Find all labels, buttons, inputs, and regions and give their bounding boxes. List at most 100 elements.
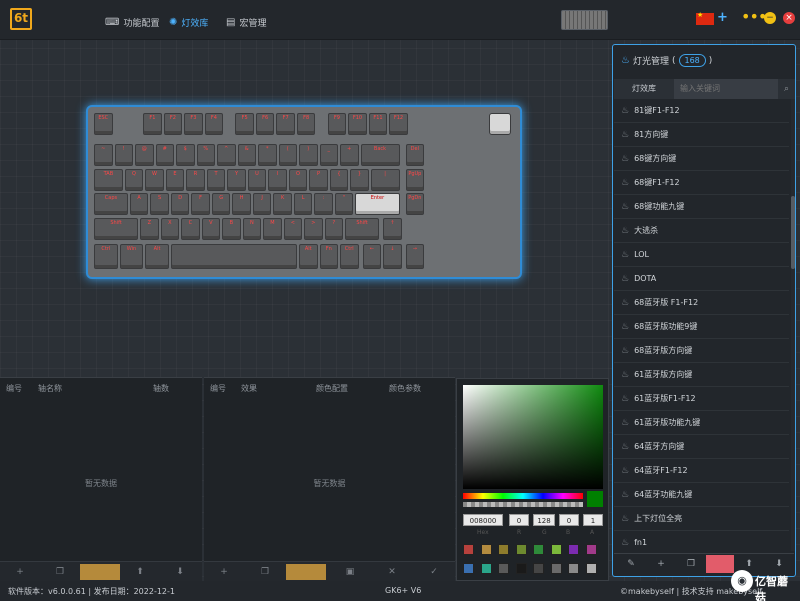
copy-button[interactable]: ❐ bbox=[677, 555, 705, 573]
add-button[interactable]: + bbox=[0, 564, 40, 580]
add-device-button[interactable]: + bbox=[717, 10, 728, 25]
alpha-input[interactable]: 1 bbox=[583, 514, 603, 526]
color-swatch[interactable] bbox=[498, 544, 509, 555]
effect-list-item[interactable]: ♨ 68键功能九键 bbox=[614, 195, 789, 219]
move-up-button[interactable]: ⬆ bbox=[120, 564, 160, 580]
key[interactable]: F5 bbox=[235, 113, 254, 135]
search-input[interactable] bbox=[674, 79, 778, 99]
key[interactable]: Caps bbox=[94, 193, 128, 215]
key[interactable]: T bbox=[206, 169, 226, 191]
effect-list-item[interactable]: ♨ 68蓝牙版 F1-F12 bbox=[614, 291, 789, 315]
move-down-button[interactable]: ⬇ bbox=[160, 564, 200, 580]
key[interactable]: Z bbox=[140, 218, 159, 240]
effect-list-item[interactable]: ♨ 64蓝牙方向键 bbox=[614, 435, 789, 459]
key[interactable]: X bbox=[160, 218, 180, 240]
key[interactable]: Alt bbox=[299, 244, 318, 269]
keyboard-thumbnail[interactable] bbox=[561, 10, 608, 30]
key[interactable]: Q bbox=[124, 169, 144, 191]
key[interactable]: Ctrl bbox=[340, 244, 359, 269]
key[interactable]: A bbox=[129, 193, 149, 215]
effect-list-item[interactable]: ♨ 64蓝牙功能九键 bbox=[614, 483, 789, 507]
key[interactable]: Fn bbox=[319, 244, 338, 269]
key[interactable]: # bbox=[155, 144, 174, 166]
hex-input[interactable]: 008000 bbox=[463, 514, 503, 526]
effect-list-item[interactable]: ♨ 81方向键 bbox=[614, 123, 789, 147]
tab-light-effects[interactable]: ✺ 灯效库 bbox=[169, 14, 208, 30]
key[interactable]: _ bbox=[319, 144, 338, 166]
key[interactable]: ! bbox=[114, 144, 133, 166]
color-swatch[interactable] bbox=[550, 563, 562, 574]
key[interactable]: ESC bbox=[94, 113, 113, 135]
key[interactable]: Del bbox=[405, 144, 425, 166]
add-button[interactable]: + bbox=[647, 555, 675, 573]
key[interactable]: F1 bbox=[143, 113, 162, 135]
key[interactable]: $ bbox=[176, 144, 195, 166]
color-swatch[interactable] bbox=[480, 544, 492, 555]
color-swatch[interactable] bbox=[498, 563, 509, 574]
key[interactable]: " bbox=[334, 193, 354, 215]
key[interactable]: E bbox=[165, 169, 185, 191]
color-swatch[interactable] bbox=[480, 563, 492, 574]
edit-button[interactable]: ✎ bbox=[617, 555, 645, 573]
key[interactable]: F3 bbox=[184, 113, 203, 135]
key[interactable]: PgDn bbox=[405, 193, 425, 215]
key[interactable]: ^ bbox=[217, 144, 236, 166]
key[interactable]: ( bbox=[278, 144, 297, 166]
china-flag-icon[interactable] bbox=[696, 11, 714, 25]
color-swatch[interactable] bbox=[550, 544, 562, 555]
key[interactable]: F6 bbox=[255, 113, 275, 135]
key[interactable]: * bbox=[258, 144, 277, 166]
key[interactable]: % bbox=[196, 144, 215, 166]
key[interactable]: V bbox=[201, 218, 221, 240]
key[interactable]: F8 bbox=[296, 113, 316, 135]
minimize-button[interactable]: − bbox=[764, 12, 776, 24]
key[interactable]: → bbox=[405, 244, 425, 269]
key[interactable]: ? bbox=[324, 218, 344, 240]
effect-list-item[interactable]: ♨ 61蓝牙版功能九键 bbox=[614, 411, 789, 435]
key[interactable]: Y bbox=[227, 169, 246, 191]
key[interactable]: Alt bbox=[145, 244, 169, 269]
key[interactable]: < bbox=[283, 218, 303, 240]
key[interactable]: F11 bbox=[368, 113, 388, 135]
key[interactable]: F7 bbox=[276, 113, 295, 135]
tab-effect-library[interactable]: 灯效库 bbox=[614, 79, 674, 99]
color-swatch[interactable] bbox=[515, 563, 527, 574]
close-button[interactable]: × bbox=[783, 12, 795, 24]
effect-list-item[interactable]: ♨ 68蓝牙版功能9键 bbox=[614, 315, 789, 339]
key[interactable]: ↑ bbox=[383, 218, 402, 240]
effect-list-item[interactable]: ♨ 68键F1-F12 bbox=[614, 171, 789, 195]
effect-list-item[interactable]: ♨ 61蓝牙版方向键 bbox=[614, 363, 789, 387]
key[interactable]: F bbox=[191, 193, 210, 215]
key[interactable]: Ctrl bbox=[94, 244, 118, 269]
key[interactable]: G bbox=[211, 193, 231, 215]
red-input[interactable]: 0 bbox=[509, 514, 529, 526]
effect-list-item[interactable]: ♨ 68键方向键 bbox=[614, 147, 789, 171]
key[interactable]: TAB bbox=[94, 169, 123, 191]
key[interactable]: R bbox=[186, 169, 205, 191]
key[interactable]: M bbox=[263, 218, 282, 240]
key[interactable]: S bbox=[150, 193, 169, 215]
delete-button[interactable] bbox=[80, 564, 120, 580]
key[interactable]: D bbox=[170, 193, 190, 215]
key[interactable]: Shift bbox=[94, 218, 139, 240]
color-swatch[interactable] bbox=[568, 544, 579, 555]
effect-list-item[interactable]: ♨ 上下灯位全亮 bbox=[614, 507, 789, 531]
key[interactable]: N bbox=[242, 218, 262, 240]
key[interactable]: H bbox=[232, 193, 251, 215]
effect-list-item[interactable]: ♨ 68蓝牙版方向键 bbox=[614, 339, 789, 363]
color-swatch[interactable] bbox=[533, 563, 544, 574]
key[interactable]: Back bbox=[360, 144, 400, 166]
copy-button[interactable]: ❐ bbox=[245, 564, 285, 580]
tab-macro-manager[interactable]: ▤ 宏管理 bbox=[226, 14, 266, 30]
key[interactable]: F4 bbox=[204, 113, 224, 135]
key[interactable]: F10 bbox=[348, 113, 367, 135]
key[interactable]: I bbox=[268, 169, 287, 191]
key[interactable]: W bbox=[145, 169, 164, 191]
key[interactable]: Win bbox=[119, 244, 144, 269]
key[interactable]: + bbox=[340, 144, 359, 166]
key[interactable]: B bbox=[222, 218, 241, 240]
key[interactable]: F9 bbox=[327, 113, 347, 135]
key[interactable]: @ bbox=[135, 144, 154, 166]
key[interactable]: C bbox=[181, 218, 200, 240]
effect-list-item[interactable]: ♨ fn1 bbox=[614, 531, 789, 551]
